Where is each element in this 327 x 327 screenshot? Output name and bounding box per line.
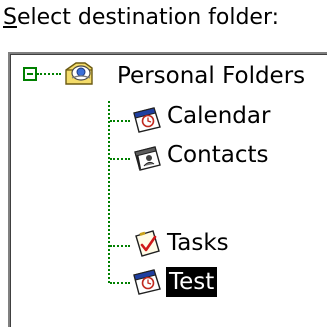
prompt-mnemonic: S xyxy=(3,5,17,30)
calendar-icon xyxy=(133,269,161,295)
tree-connector-root xyxy=(37,73,61,75)
tree-connector-test xyxy=(110,282,130,284)
destination-folder-label: Select destination folder: xyxy=(3,4,279,32)
contacts-icon xyxy=(134,146,161,171)
tree-item-label: Tasks xyxy=(167,230,229,256)
tree-item-label: Test xyxy=(164,266,219,298)
tree-item-label: Contacts xyxy=(167,142,269,168)
tree-item-label: Personal Folders xyxy=(117,63,306,89)
collapse-toggle[interactable] xyxy=(23,67,37,81)
tree-connector-contacts xyxy=(110,158,130,160)
tree-connector-vertical xyxy=(108,101,110,283)
prompt-text: elect destination folder: xyxy=(16,5,280,30)
calendar-icon xyxy=(133,107,161,133)
tree-item-label: Calendar xyxy=(167,103,271,129)
personal-folders-icon xyxy=(65,62,93,85)
tree-connector-calendar xyxy=(110,120,130,122)
select-folder-dialog: Select destination folder: Personal Fold… xyxy=(0,0,327,327)
tree-connector-tasks xyxy=(110,245,130,247)
tasks-icon xyxy=(135,230,160,257)
